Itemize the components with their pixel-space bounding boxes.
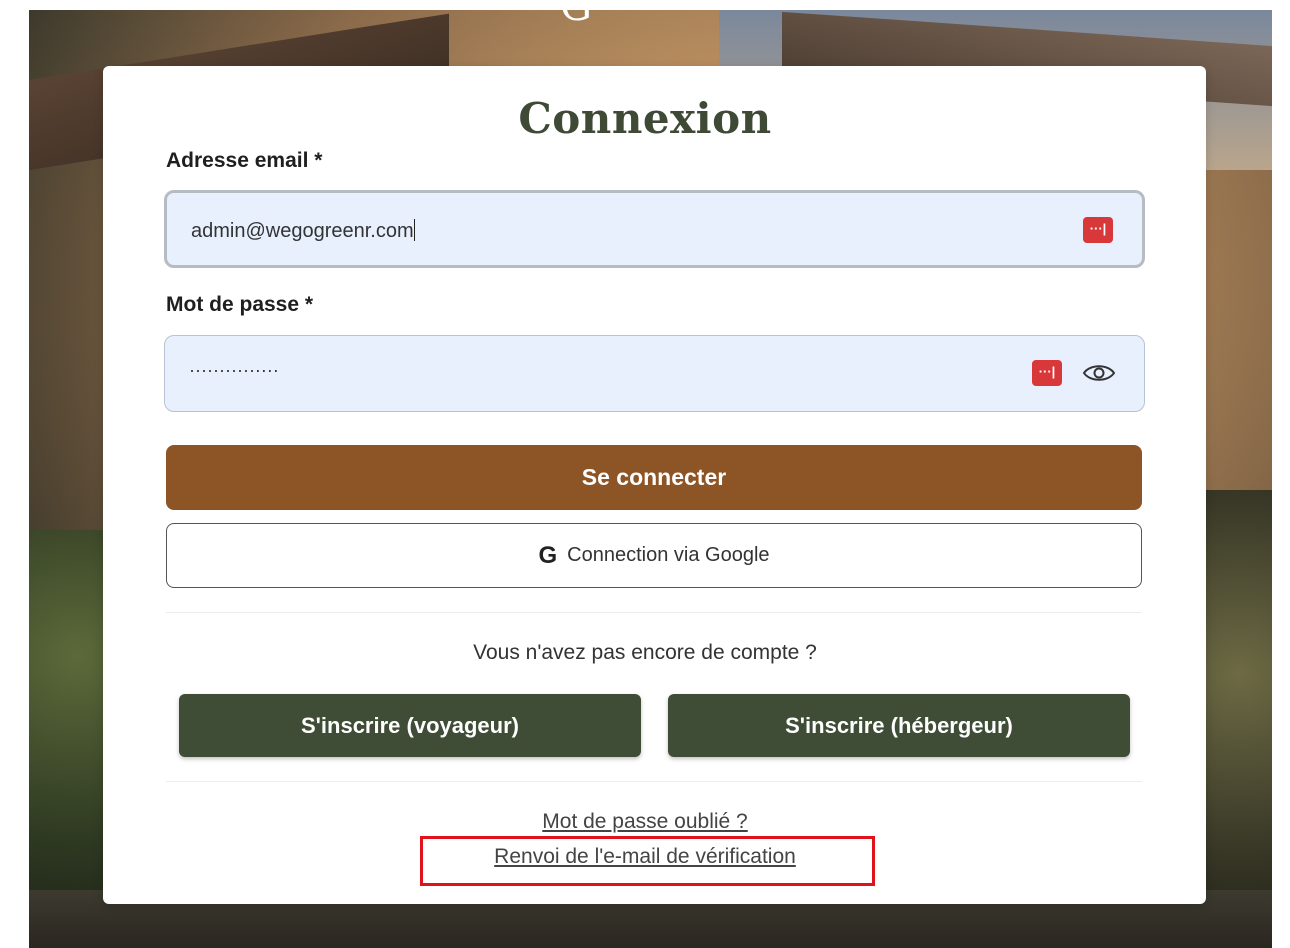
email-value: admin@wegogreenr.com [191, 219, 415, 242]
password-field[interactable]: ··············· ···| [164, 335, 1145, 412]
signup-host-button[interactable]: S'inscrire (hébergeur) [668, 694, 1130, 757]
logo: G [560, 0, 592, 24]
google-icon: G [538, 541, 558, 569]
password-label: Mot de passe * [166, 293, 314, 316]
eye-icon[interactable] [1082, 362, 1116, 384]
password-value: ··············· [189, 360, 279, 380]
google-login-button[interactable]: G Connection via Google [166, 523, 1142, 588]
google-button-label: Connection via Google [567, 544, 770, 566]
divider [166, 781, 1142, 782]
signup-traveler-button[interactable]: S'inscrire (voyageur) [179, 694, 641, 757]
email-field[interactable]: admin@wegogreenr.com ···| [164, 190, 1145, 268]
page-title: Connexion [518, 94, 772, 143]
email-label: Adresse email * [166, 149, 323, 172]
divider [166, 612, 1142, 613]
no-account-text: Vous n'avez pas encore de compte ? [473, 641, 817, 664]
text-caret [413, 219, 415, 241]
password-manager-icon[interactable]: ···| [1083, 217, 1113, 243]
password-manager-icon[interactable]: ···| [1032, 360, 1062, 386]
highlight-box [420, 836, 875, 886]
login-button[interactable]: Se connecter [166, 445, 1142, 510]
forgot-password-link[interactable]: Mot de passe oublié ? [0, 810, 1290, 834]
